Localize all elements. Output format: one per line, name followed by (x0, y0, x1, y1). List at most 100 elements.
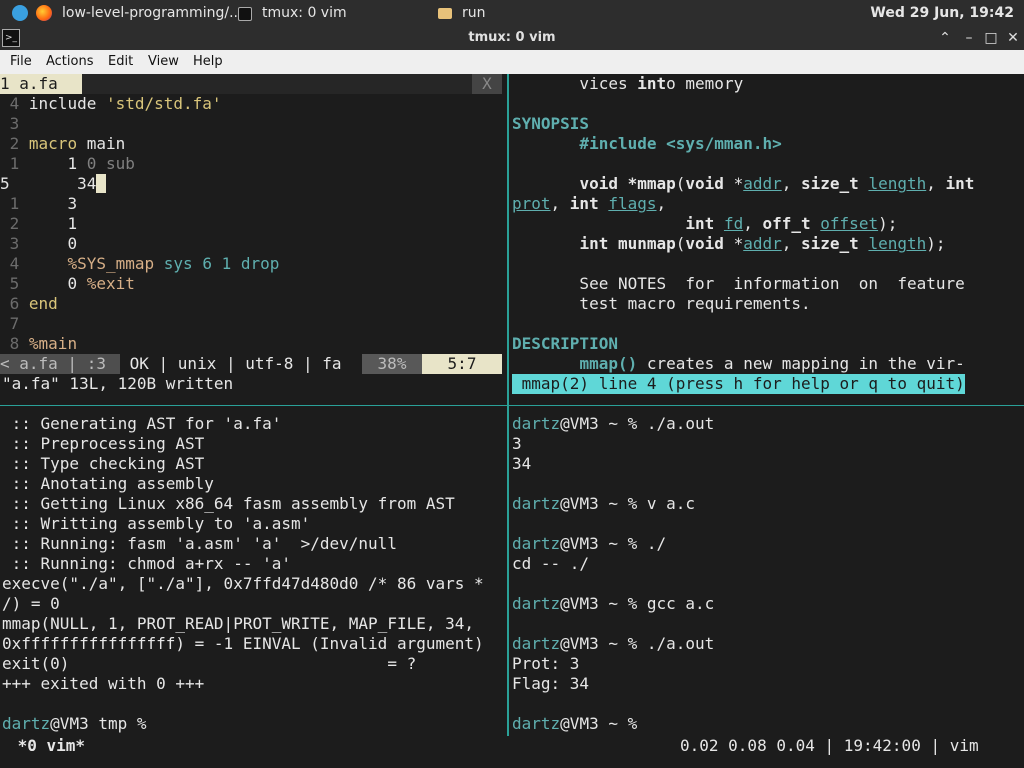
shell-line: 3 (512, 434, 1017, 454)
shell-line: dartz@VM3 ~ % ./ (512, 534, 1017, 554)
vim-status-percent: 38% (362, 354, 422, 374)
man-line: See NOTES for information on feature (512, 274, 1012, 294)
code-keyword: end (28, 294, 58, 313)
window-titlebar[interactable]: >_ tmux: 0 vim ⌃ – □ ✕ (0, 26, 1024, 50)
build-text: /) = 0 (2, 594, 60, 613)
build-line: execve("./a", ["./a"], 0x7ffd47d480d0 /*… (2, 574, 507, 594)
window-title: tmux: 0 vim (468, 30, 556, 45)
shell-line: Flag: 34 (512, 674, 1017, 694)
shell-text: Flag: 34 (512, 674, 590, 693)
man-type: int munmap (579, 234, 676, 253)
man-text (599, 194, 609, 213)
vim-line: 5 34 (0, 174, 500, 194)
build-prompt[interactable]: dartz@VM3 tmp % (2, 714, 156, 734)
man-text: ); (878, 214, 898, 233)
man-text: * (723, 174, 744, 193)
cursor (96, 174, 106, 193)
firefox-icon[interactable] (36, 5, 52, 21)
close-icon[interactable]: ✕ (1004, 28, 1022, 48)
man-line: int munmap(void *addr, size_t length); (512, 234, 1012, 254)
build-text: mmap(NULL, 1, PROT_READ|PROT_WRITE, MAP_… (2, 614, 475, 633)
build-text: :: Running: chmod a+rx -- 'a' (2, 554, 291, 573)
build-line: :: Running: fasm 'a.asm' 'a' >/dev/null (2, 534, 507, 554)
man-text: vices (512, 74, 638, 93)
code-text: 0 (28, 274, 87, 293)
code-text: 1 (28, 214, 78, 233)
build-line: /) = 0 (2, 594, 507, 614)
vim-line: 5 0 %exit (0, 274, 500, 294)
man-line: SYNOPSIS (512, 114, 1012, 134)
man-text (512, 214, 685, 233)
prompt-command: ./ (646, 534, 667, 553)
build-text: :: Generating AST for 'a.fa' (2, 414, 282, 433)
man-line (512, 94, 1012, 114)
vim-line: 3 0 (0, 234, 500, 254)
build-line: :: Anotating assembly (2, 474, 507, 494)
build-text: :: Getting Linux x86_64 fasm assembly fr… (2, 494, 455, 513)
menu-help[interactable]: Help (193, 50, 223, 74)
vim-line: 8 %main (0, 334, 500, 354)
shell-text: cd -- ./ (512, 554, 590, 573)
man-type: off_t (762, 214, 811, 233)
task-firefox[interactable]: low-level-programming/... (62, 0, 242, 26)
vim-line: 4 %SYS_mmap sys 6 1 drop (0, 254, 500, 274)
man-heading: SYNOPSIS (512, 114, 590, 133)
code-sys: sys 6 1 drop (163, 254, 280, 273)
shell-text: 3 (512, 434, 522, 453)
build-line: exit(0) = ? (2, 654, 507, 674)
man-type: void (685, 174, 724, 193)
man-text: * (723, 234, 744, 253)
man-param: length (868, 234, 927, 253)
man-line: mmap() creates a new mapping in the vir- (512, 354, 1012, 374)
man-line: vices into memory (512, 74, 1012, 94)
prompt-host: @VM3 ~ % (560, 494, 647, 513)
line-number: 5 (0, 274, 29, 293)
clock[interactable]: Wed 29 Jun, 19:42 (870, 0, 1014, 26)
menu-view[interactable]: View (148, 50, 179, 74)
man-line: void *mmap(void *addr, size_t length, in… (512, 174, 1012, 194)
man-param: length (868, 174, 927, 193)
build-text: exit(0) = ? (2, 654, 417, 673)
man-text: o memory (666, 74, 744, 93)
task-run[interactable]: run (462, 0, 486, 26)
code-text: 1 (28, 154, 87, 173)
vim-status-left: < a.fa | :3 (0, 354, 120, 374)
vim-tab-close[interactable]: X (472, 74, 502, 94)
line-number: 8 (0, 334, 29, 353)
man-text (714, 214, 724, 233)
code-number: 0 sub (86, 154, 135, 173)
app-menu-icon[interactable] (12, 5, 28, 21)
chevron-up-icon[interactable]: ⌃ (936, 28, 954, 48)
tmux-status-right: 0.02 0.08 0.04 | 19:42:00 | vim (680, 736, 989, 755)
build-line: :: Type checking AST (2, 454, 507, 474)
system-panel: low-level-programming/... tmux: 0 vim ru… (0, 0, 1024, 28)
tmux-window-list[interactable]: *0 vim* (8, 736, 85, 756)
code-macro: %main (28, 334, 78, 353)
menu-actions[interactable]: Actions (46, 50, 94, 74)
man-type: void *mmap (579, 174, 676, 193)
vim-tab[interactable]: 1 a.fa (0, 74, 82, 94)
prompt-host: @VM3 ~ % (560, 714, 647, 733)
maximize-icon[interactable]: □ (982, 28, 1000, 48)
menu-file[interactable]: File (10, 50, 32, 74)
prompt-command: gcc a.c (646, 594, 715, 613)
build-line: :: Generating AST for 'a.fa' (2, 414, 507, 434)
terminal[interactable]: 1 a.fa X 4 include 'std/std.fa' 3 2 macr… (0, 74, 1024, 768)
man-param: addr (743, 234, 782, 253)
line-number: 4 (0, 254, 29, 273)
task-tmux[interactable]: tmux: 0 vim (262, 0, 422, 28)
build-text: 0xffffffffffffffff) = -1 EINVAL (Invalid… (2, 634, 484, 653)
shell-line: Prot: 3 (512, 654, 1017, 674)
vim-line: 1 3 (0, 194, 500, 214)
man-param: flags (608, 194, 657, 213)
menu-edit[interactable]: Edit (108, 50, 133, 74)
man-text: See NOTES for information on feature (512, 274, 965, 293)
vim-line: 4 include 'std/std.fa' (0, 94, 500, 114)
prompt-host: @VM3 ~ % (560, 594, 647, 613)
pane-divider-horizontal[interactable] (0, 405, 1024, 406)
build-text: +++ exited with 0 +++ (2, 674, 205, 693)
minimize-icon[interactable]: – (960, 28, 978, 48)
build-line: :: Preprocessing AST (2, 434, 507, 454)
prompt-user: dartz (512, 494, 561, 513)
